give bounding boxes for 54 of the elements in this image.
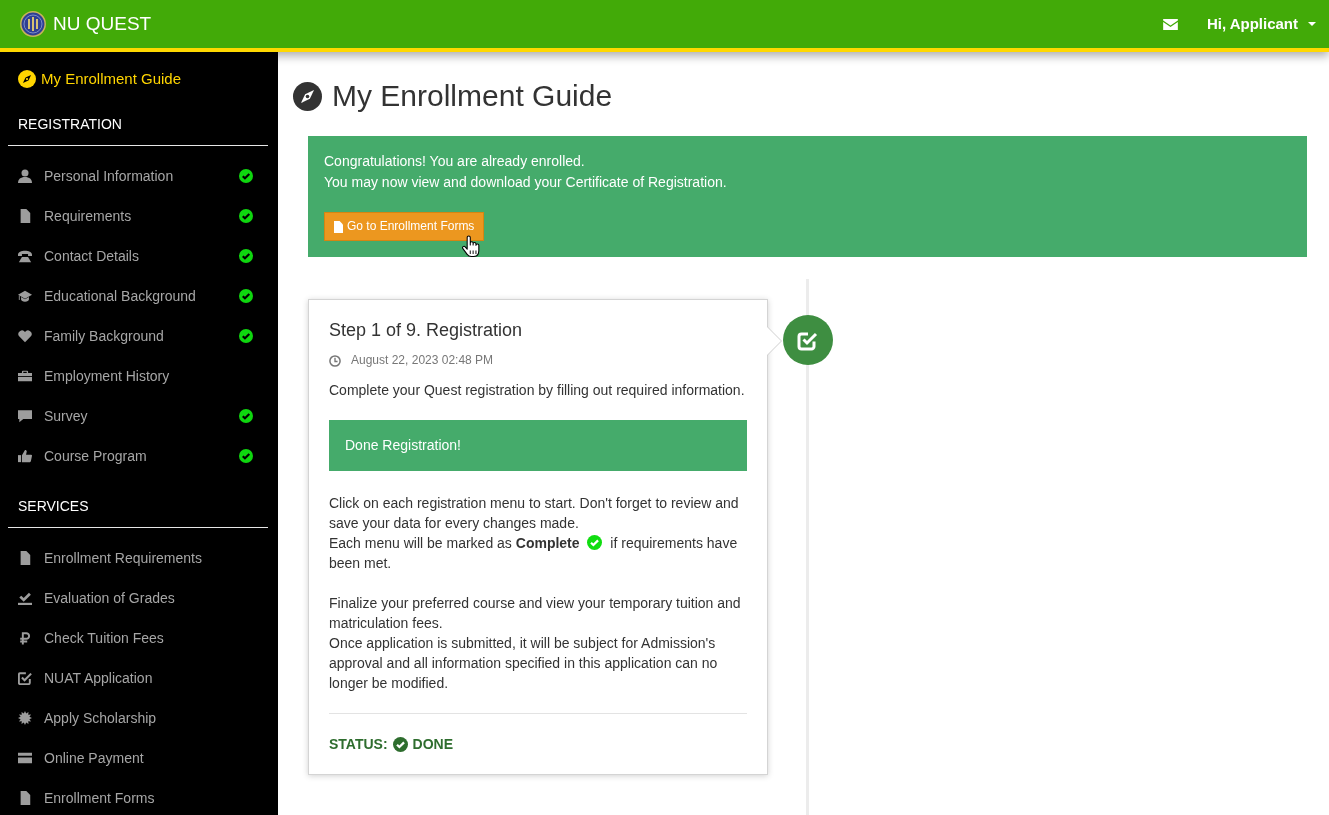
instruction-text: Finalize your preferred course and view your temporary tuition and matriculation fees.: [329, 594, 742, 633]
compass-icon: [18, 70, 36, 88]
sidebar-item[interactable]: Personal Information: [18, 166, 174, 186]
file-icon: [18, 551, 32, 565]
envelope-icon[interactable]: [1162, 18, 1178, 30]
graduation-cap-icon: [18, 289, 32, 303]
instruction-text: Click on each registration menu to start. Don't forget to review and save your data for every changes made.: [329, 494, 740, 533]
sidebar-item[interactable]: Apply Scholarship: [18, 708, 157, 728]
caret-icon: [1308, 22, 1316, 26]
sidebar-link[interactable]: My Enrollment Guide: [18, 69, 182, 89]
sidebar-item[interactable]: Family Background: [18, 326, 164, 346]
sidebar-item[interactable]: Requirements: [18, 206, 132, 226]
page-title: My Enrollment Guide: [332, 78, 613, 114]
crest-icon: [20, 11, 46, 37]
ruble-sign-icon: [18, 631, 32, 645]
section-heading: SERVICES: [18, 497, 89, 516]
sidebar-item[interactable]: Check Tuition Fees: [18, 628, 164, 648]
thumbs-up-icon: [18, 449, 32, 463]
sidebar-item[interactable]: Enrollment Requirements: [18, 548, 202, 568]
credit-card-icon: [18, 751, 32, 765]
starburst-icon: [18, 711, 32, 725]
instruction-text: Each menu will be marked as Complete if requirements have been met.: [329, 534, 739, 573]
sidebar-item[interactable]: Survey: [18, 406, 88, 426]
sidebar-item[interactable]: Enrollment Forms: [18, 788, 155, 808]
section-heading: REGISTRATION: [18, 115, 122, 134]
sidebar-item[interactable]: Evaluation of Grades: [18, 588, 175, 608]
sidebar-item[interactable]: NUAT Application: [18, 668, 153, 688]
sidebar-item[interactable]: Course Program: [18, 446, 147, 466]
briefcase-icon: [18, 369, 32, 383]
check-circle-icon: [587, 535, 603, 550]
clock-icon: [329, 354, 341, 367]
instruction-text: Once application is submitted, it will be subject for Admission's approval and all information specified in this application can no longer be modified.: [329, 634, 719, 693]
checkbox-icon: [18, 671, 32, 685]
sidebar-item[interactable]: Employment History: [18, 366, 170, 386]
step-description: Complete your Quest registration by filling out required information.: [329, 381, 746, 400]
compass-icon: [293, 81, 322, 111]
alert-text: You may now view and download your Certificate of Registration.: [324, 173, 728, 192]
heart-icon: [18, 329, 32, 343]
file-icon: [18, 209, 32, 223]
file-icon: [334, 220, 343, 233]
status-label: STATUS:: [329, 735, 388, 754]
sidebar-item[interactable]: Online Payment: [18, 748, 144, 768]
status-value: DONE: [412, 735, 454, 754]
done-banner: Done Registration!: [329, 420, 747, 471]
step-title: Step 1 of 9. Registration: [329, 319, 524, 341]
check-mark-icon: [18, 591, 32, 605]
telephone-icon: [18, 249, 32, 263]
alert-text: Congratulations! You are already enrolled.: [324, 152, 586, 171]
file-icon: [18, 791, 32, 805]
speech-bubble-icon: [18, 409, 32, 423]
step-date: August 22, 2023 02:48 PM: [351, 352, 494, 369]
person-icon: [18, 169, 32, 183]
sidebar-item[interactable]: Contact Details: [18, 246, 139, 266]
sidebar-item[interactable]: Educational Background: [18, 286, 196, 306]
